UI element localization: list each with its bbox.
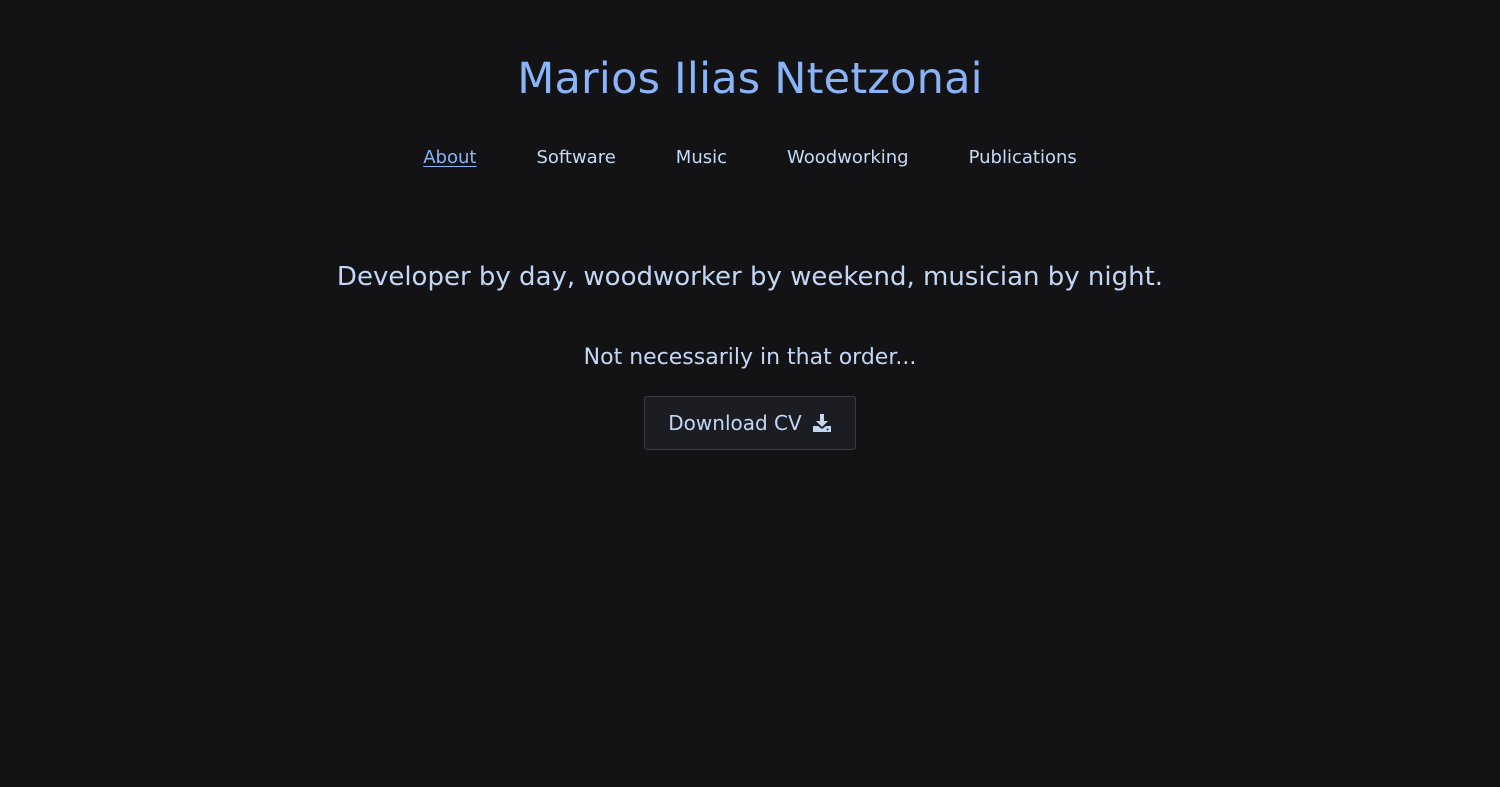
nav-link-software[interactable]: Software <box>536 146 615 170</box>
download-icon <box>812 413 832 433</box>
nav-link-publications[interactable]: Publications <box>969 146 1077 170</box>
download-cv-button[interactable]: Download CV <box>644 396 856 450</box>
nav-link-about[interactable]: About <box>423 146 476 170</box>
nav-link-woodworking[interactable]: Woodworking <box>787 146 909 170</box>
nav-link-music[interactable]: Music <box>676 146 727 170</box>
download-cv-label: Download CV <box>668 411 802 435</box>
site-title: Marios Ilias Ntetzonai <box>517 54 983 104</box>
page: Marios Ilias Ntetzonai About Software Mu… <box>0 0 1500 787</box>
main-nav: About Software Music Woodworking Publica… <box>0 146 1500 170</box>
subtagline: Not necessarily in that order... <box>583 345 917 370</box>
tagline: Developer by day, woodworker by weekend,… <box>336 262 1164 292</box>
